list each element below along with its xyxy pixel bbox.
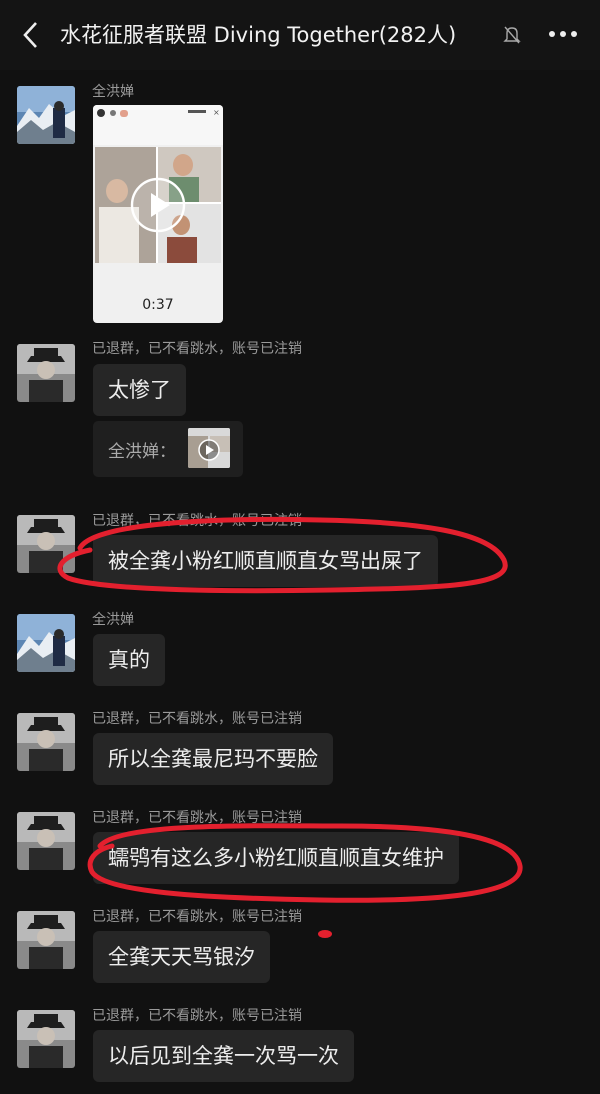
sender-name: 全洪婵 <box>92 84 134 100</box>
avatar-hat-man[interactable] <box>17 911 75 969</box>
bell-muted-icon <box>503 26 521 44</box>
message-bubble[interactable]: 所以全龚最尼玛不要脸 <box>93 733 333 785</box>
avatar-hat-man[interactable] <box>17 344 75 402</box>
sender-name: 已退群，已不看跳水，账号已注销 <box>92 1008 302 1024</box>
video-message[interactable]: × 0:37 <box>93 105 223 323</box>
message-bubble[interactable]: 全龚天天骂银汐 <box>93 931 270 983</box>
sender-name: 已退群，已不看跳水，账号已注销 <box>92 711 302 727</box>
svg-text:×: × <box>213 108 220 117</box>
chat-header: 水花征服者联盟 Diving Together(282人) <box>0 0 600 70</box>
avatar-hat-man[interactable] <box>17 515 75 573</box>
message-bubble[interactable]: 真的 <box>93 634 165 686</box>
video-call-toolbar: × <box>93 105 223 145</box>
avatar-hat-man[interactable] <box>17 1010 75 1068</box>
sender-name: 已退群，已不看跳水，账号已注销 <box>92 341 302 357</box>
message-bubble[interactable]: 蠕鸮有这么多小粉红顺直顺直女维护 <box>93 832 459 884</box>
video-thumbnail <box>95 147 221 263</box>
quote-preview[interactable]: 全洪婵： <box>93 421 243 477</box>
video-duration: 0:37 <box>142 297 174 313</box>
back-icon[interactable] <box>18 20 44 50</box>
quote-sender: 全洪婵： <box>108 442 176 462</box>
avatar-mountain[interactable] <box>17 614 75 672</box>
sender-name: 已退群，已不看跳水，账号已注销 <box>92 810 302 826</box>
sender-name: 已退群，已不看跳水，账号已注销 <box>92 513 302 529</box>
avatar-mountain[interactable] <box>17 86 75 144</box>
message-bubble[interactable]: 被全龚小粉红顺直顺直女骂出屎了 <box>93 535 438 587</box>
message-bubble[interactable]: 太惨了 <box>93 364 186 416</box>
sender-name: 已退群，已不看跳水，账号已注销 <box>92 909 302 925</box>
red-dot-annotation <box>318 930 332 938</box>
more-icon[interactable] <box>546 22 580 46</box>
quoted-video-thumbnail <box>188 428 230 468</box>
avatar-hat-man[interactable] <box>17 713 75 771</box>
sender-name: 全洪婵 <box>92 612 134 628</box>
message-bubble[interactable]: 以后见到全龚一次骂一次 <box>93 1030 354 1082</box>
avatar-hat-man[interactable] <box>17 812 75 870</box>
chat-title: 水花征服者联盟 Diving Together(282人) <box>60 23 457 47</box>
